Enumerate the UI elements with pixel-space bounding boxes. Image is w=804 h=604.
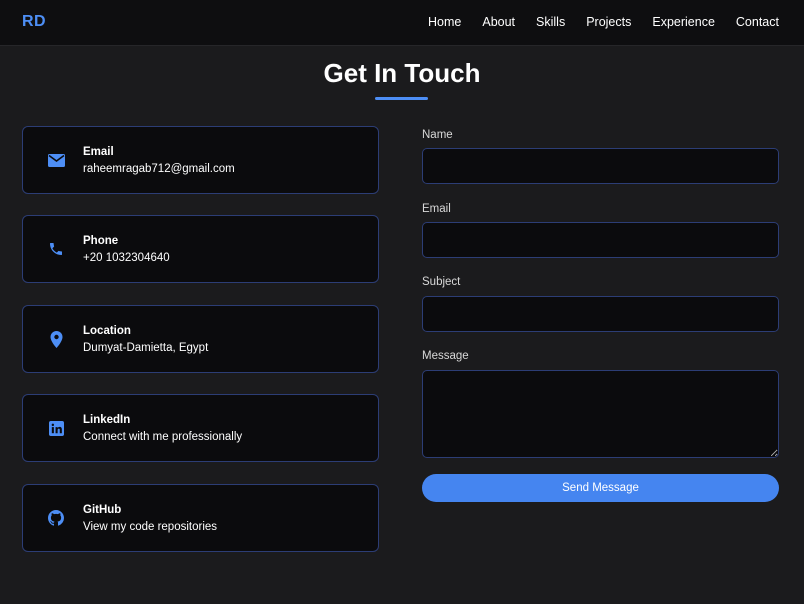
location-pin-icon [45, 328, 67, 350]
message-label: Message [422, 350, 469, 362]
nav-link-home[interactable]: Home [428, 15, 461, 29]
phone-icon [45, 238, 67, 260]
nav-link-about[interactable]: About [482, 15, 515, 29]
card-title: LinkedIn [83, 414, 131, 426]
name-label: Name [422, 129, 453, 141]
section-title: Get In Touch [323, 58, 481, 88]
message-textarea[interactable] [422, 370, 779, 458]
card-value-email: raheemragab712@gmail.com [83, 163, 235, 175]
nav-link-projects[interactable]: Projects [586, 15, 631, 29]
nav-link-experience[interactable]: Experience [652, 15, 715, 29]
name-input[interactable] [422, 148, 779, 184]
navbar: RD Home About Skills Projects Experience… [0, 0, 804, 46]
email-label: Email [422, 203, 451, 215]
card-title: Location [83, 325, 131, 337]
send-message-button[interactable]: Send Message [422, 474, 779, 502]
contact-card-linkedin[interactable]: LinkedIn Connect with me professionally [22, 394, 379, 462]
contact-card-phone[interactable]: Phone +20 1032304640 [22, 215, 379, 283]
nav-link-skills[interactable]: Skills [536, 15, 565, 29]
nav-link-contact[interactable]: Contact [736, 15, 779, 29]
subject-input[interactable] [422, 296, 779, 332]
linkedin-icon [45, 417, 67, 439]
card-value-linkedin: Connect with me professionally [83, 431, 243, 443]
contact-card-github[interactable]: GitHub View my code repositories [22, 484, 379, 552]
github-icon [45, 507, 67, 529]
nav-links: Home About Skills Projects Experience Co… [428, 15, 779, 29]
title-underline [375, 97, 428, 100]
contact-card-location[interactable]: Location Dumyat-Damietta, Egypt [22, 305, 379, 373]
card-title: Email [83, 146, 114, 158]
contact-card-email[interactable]: Email raheemragab712@gmail.com [22, 126, 379, 194]
card-value-phone: +20 1032304640 [83, 252, 170, 264]
email-input[interactable] [422, 222, 779, 258]
envelope-icon [45, 149, 67, 171]
card-title: GitHub [83, 504, 122, 516]
brand-logo[interactable]: RD [22, 13, 46, 31]
card-value-github: View my code repositories [83, 521, 218, 533]
card-title: Phone [83, 235, 119, 247]
card-value-location: Dumyat-Damietta, Egypt [83, 342, 209, 354]
subject-label: Subject [422, 276, 461, 288]
